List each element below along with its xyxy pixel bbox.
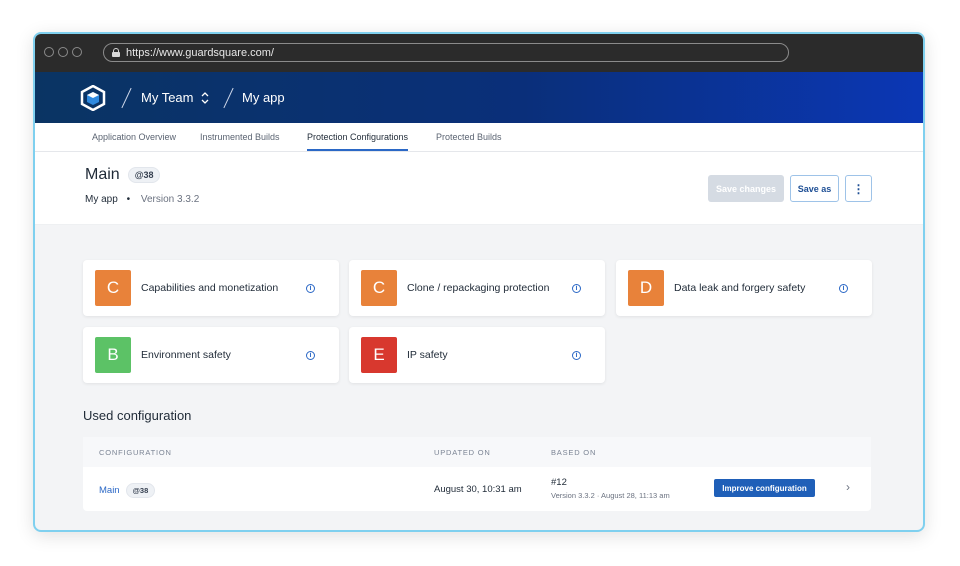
address-bar[interactable]: https://www.guardsquare.com/: [103, 43, 789, 62]
team-name: My Team: [141, 90, 194, 105]
browser-chrome: https://www.guardsquare.com/: [35, 34, 923, 72]
app-breadcrumb[interactable]: My app: [242, 72, 285, 123]
info-icon[interactable]: i: [306, 350, 315, 360]
chevron-right-icon[interactable]: ›: [846, 480, 850, 494]
tab-protection-configurations[interactable]: Protection Configurations: [307, 123, 409, 151]
tab-bar: Application Overview Instrumented Builds…: [35, 123, 923, 152]
grade-badge: C: [361, 270, 397, 306]
config-title: Main: [85, 166, 120, 183]
version-badge: @38: [127, 166, 161, 183]
based-id: #12: [551, 477, 567, 488]
config-cell: Main @38: [99, 483, 156, 498]
card-label: IP safety: [407, 349, 448, 361]
team-switcher[interactable]: My Team: [141, 72, 210, 123]
configuration-header: Main @38 My app • Version 3.3.2 Save chan…: [35, 152, 923, 225]
card-label: Capabilities and monetization: [141, 282, 279, 294]
based-detail: Version 3.3.2 · August 28, 11:13 am: [551, 491, 670, 500]
subtitle-version: Version 3.3.2: [140, 194, 200, 205]
url-text: https://www.guardsquare.com/: [126, 46, 274, 59]
breadcrumb-separator: [223, 87, 234, 109]
config-subtitle: My app • Version 3.3.2: [85, 194, 199, 205]
info-icon[interactable]: i: [839, 283, 848, 293]
grade-badge: E: [361, 337, 397, 373]
info-icon[interactable]: i: [572, 350, 581, 360]
chevron-updown-icon: [201, 91, 208, 104]
card-capabilities[interactable]: C Capabilities and monetization i: [83, 260, 339, 316]
card-label: Environment safety: [141, 349, 231, 361]
more-options-button[interactable]: ⋮: [845, 175, 872, 202]
grade-badge: B: [95, 337, 131, 373]
window-controls: [44, 47, 82, 57]
updated-cell: August 30, 10:31 am: [434, 484, 522, 495]
subtitle-app: My app: [85, 194, 118, 205]
column-header-based: BASED ON: [551, 448, 597, 457]
app-name: My app: [242, 90, 285, 105]
info-icon[interactable]: i: [572, 283, 581, 293]
column-header-configuration: CONFIGURATION: [99, 448, 172, 457]
app-header: My Team My app: [35, 72, 923, 123]
config-link[interactable]: Main: [99, 485, 120, 496]
guardsquare-logo-icon[interactable]: [80, 85, 106, 111]
save-changes-button[interactable]: Save changes: [708, 175, 784, 202]
card-label: Clone / repackaging protection: [407, 282, 550, 294]
improve-configuration-button[interactable]: Improve configuration: [714, 479, 815, 497]
row-version-badge: @38: [125, 483, 156, 498]
lock-icon: [112, 48, 120, 57]
column-header-updated: UPDATED ON: [434, 448, 491, 457]
table-row[interactable]: Main @38 August 30, 10:31 am #12 Version …: [83, 467, 871, 511]
used-configuration-table: CONFIGURATION UPDATED ON BASED ON Main @3…: [83, 437, 871, 511]
subtitle-bullet: •: [126, 194, 131, 205]
grade-badge: D: [628, 270, 664, 306]
card-environment-safety[interactable]: B Environment safety i: [83, 327, 339, 383]
tab-instrumented-builds[interactable]: Instrumented Builds: [200, 123, 280, 151]
tab-application-overview[interactable]: Application Overview: [92, 123, 176, 151]
card-data-leak[interactable]: D Data leak and forgery safety i: [616, 260, 872, 316]
tab-protected-builds[interactable]: Protected Builds: [436, 123, 502, 151]
breadcrumb-separator: [121, 87, 132, 109]
main-content: C Capabilities and monetization i C Clon…: [35, 223, 923, 530]
minimize-window-button[interactable]: [58, 47, 68, 57]
grade-badge: C: [95, 270, 131, 306]
close-window-button[interactable]: [44, 47, 54, 57]
table-header: CONFIGURATION UPDATED ON BASED ON: [83, 437, 871, 467]
info-icon[interactable]: i: [306, 283, 315, 293]
card-label: Data leak and forgery safety: [674, 282, 806, 294]
browser-window: https://www.guardsquare.com/ My Team My …: [33, 32, 925, 532]
card-clone-repackaging[interactable]: C Clone / repackaging protection i: [349, 260, 605, 316]
used-configuration-title: Used configuration: [83, 408, 192, 423]
save-as-button[interactable]: Save as: [790, 175, 839, 202]
page-title: Main @38: [85, 166, 161, 184]
maximize-window-button[interactable]: [72, 47, 82, 57]
card-ip-safety[interactable]: E IP safety i: [349, 327, 605, 383]
